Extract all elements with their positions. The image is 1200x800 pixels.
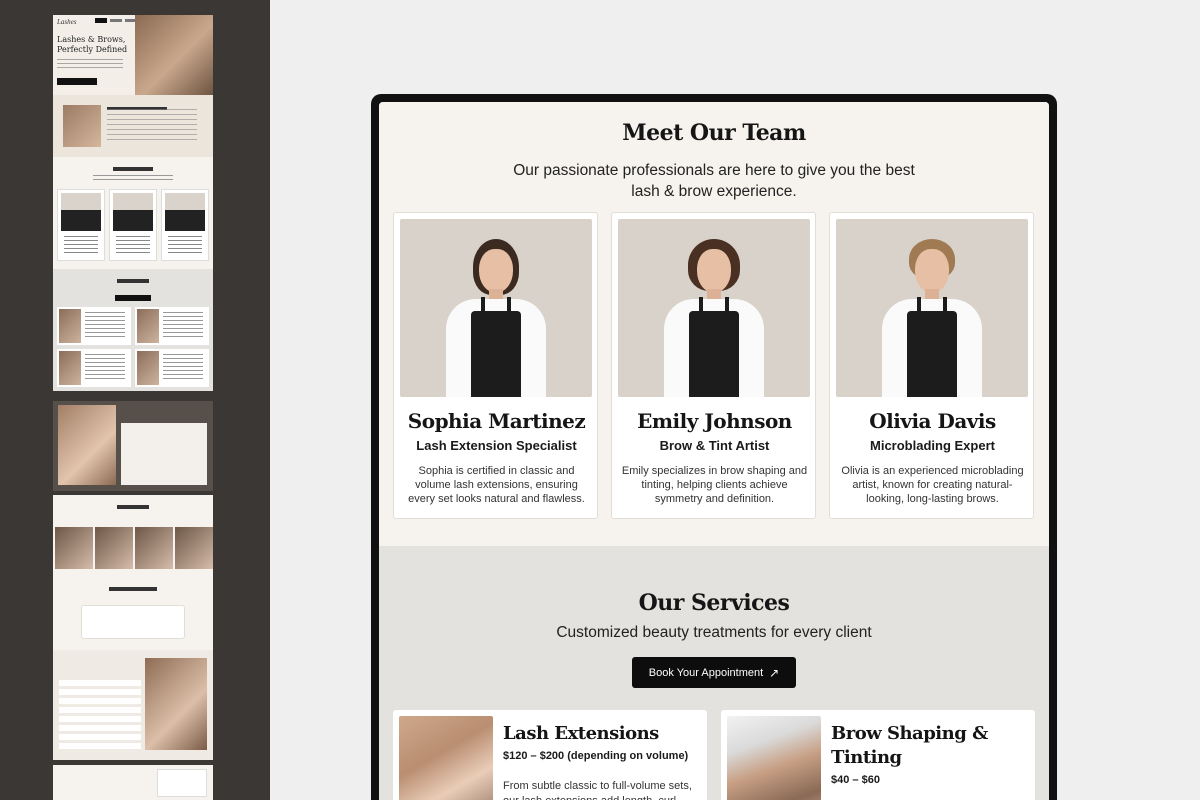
thumbnail-faq-rows bbox=[59, 680, 141, 750]
service-image bbox=[727, 716, 821, 800]
service-price: $120 – $200 (depending on volume) bbox=[503, 750, 689, 762]
service-title: Brow Shaping & Tinting bbox=[831, 723, 988, 768]
team-photo bbox=[618, 219, 810, 397]
thumbnail-testimonials-heading bbox=[109, 587, 157, 591]
team-title: Meet Our Team bbox=[622, 120, 806, 146]
book-appointment-button[interactable]: Book Your Appointment ↗ bbox=[632, 657, 796, 688]
service-title: Lash Extensions bbox=[503, 723, 659, 744]
thumbnail-hero[interactable]: Lashes Lashes & Brows, Perfectly Defined bbox=[53, 15, 213, 95]
thumbnail-services-heading bbox=[117, 279, 149, 283]
thumbnail-work-testimonials[interactable] bbox=[53, 495, 213, 650]
thumbnail-pricing-table bbox=[121, 423, 207, 485]
thumbnail-work-image bbox=[135, 527, 173, 569]
thumbnail-service-card bbox=[135, 307, 209, 345]
team-member-name: Olivia Davis bbox=[869, 409, 996, 433]
thumbnail-faq-photo bbox=[145, 658, 207, 750]
service-card-lash-extensions: Lash Extensions $120 – $200 (depending o… bbox=[393, 710, 707, 800]
thumbnail-team-card bbox=[109, 189, 157, 261]
page-thumbnail-strip: Lashes Lashes & Brows, Perfectly Defined bbox=[0, 0, 270, 800]
thumbnail-hero-photo bbox=[135, 15, 213, 95]
thumbnail-service-card bbox=[57, 349, 131, 387]
book-appointment-label: Book Your Appointment bbox=[648, 666, 764, 679]
device-screen: Meet Our Team Our passionate professiona… bbox=[379, 102, 1049, 800]
team-member-name: Sophia Martinez bbox=[407, 409, 586, 433]
team-photo bbox=[836, 219, 1028, 397]
arrow-up-right-icon: ↗ bbox=[769, 665, 780, 680]
team-card-olivia: Olivia Davis Microblading Expert Olivia … bbox=[829, 212, 1034, 519]
thumbnail-contact-form bbox=[157, 769, 207, 797]
thumbnail-hero-text bbox=[57, 59, 123, 71]
service-card-brow-shaping: Brow Shaping & Tinting $40 – $60 bbox=[721, 710, 1035, 800]
device-frame: Meet Our Team Our passionate professiona… bbox=[371, 94, 1057, 800]
service-price: $40 – $60 bbox=[831, 774, 880, 786]
thumbnail-services[interactable] bbox=[53, 269, 213, 391]
thumbnail-services-button bbox=[115, 295, 151, 301]
team-section: Meet Our Team Our passionate professiona… bbox=[379, 102, 1049, 546]
thumbnail-hero-button bbox=[57, 78, 97, 85]
thumbnail-about-photo bbox=[63, 105, 101, 147]
thumbnail-hero-headline: Lashes & Brows, Perfectly Defined bbox=[57, 35, 128, 54]
thumbnail-about-text bbox=[107, 109, 197, 143]
thumbnail-nav bbox=[95, 18, 137, 23]
thumbnail-service-card bbox=[135, 349, 209, 387]
team-photo bbox=[400, 219, 592, 397]
thumbnail-team-card bbox=[161, 189, 209, 261]
thumbnail-work-image bbox=[95, 527, 133, 569]
team-member-bio: Sophia is certified in classic and volum… bbox=[408, 465, 585, 505]
team-card-emily: Emily Johnson Brow & Tint Artist Emily s… bbox=[611, 212, 816, 519]
services-subtitle: Customized beauty treatments for every c… bbox=[556, 624, 872, 641]
team-member-bio: Olivia is an experienced microblading ar… bbox=[841, 465, 1024, 505]
services-section: Our Services Customized beauty treatment… bbox=[379, 546, 1049, 800]
team-member-name: Emily Johnson bbox=[637, 409, 792, 433]
thumbnail-about[interactable] bbox=[53, 95, 213, 157]
service-image bbox=[399, 716, 493, 800]
thumbnail-pricing[interactable] bbox=[53, 401, 213, 491]
team-member-role: Lash Extension Specialist bbox=[416, 438, 577, 453]
team-card-sophia: Sophia Martinez Lash Extension Specialis… bbox=[393, 212, 598, 519]
thumbnail-service-card bbox=[57, 307, 131, 345]
team-subtitle: Our passionate professionals are here to… bbox=[513, 162, 915, 200]
thumbnail-testimonial-card bbox=[81, 605, 185, 639]
thumbnail-team-subtitle bbox=[93, 175, 173, 183]
team-member-bio: Emily specializes in brow shaping and ti… bbox=[621, 465, 808, 505]
team-member-role: Brow & Tint Artist bbox=[659, 438, 770, 453]
thumbnail-work-image bbox=[55, 527, 93, 569]
services-title: Our Services bbox=[638, 590, 790, 616]
thumbnail-pricing-photo bbox=[58, 405, 116, 485]
thumbnail-team-card bbox=[57, 189, 105, 261]
thumbnail-logo: Lashes bbox=[57, 18, 77, 26]
team-member-role: Microblading Expert bbox=[870, 438, 995, 453]
thumbnail-team-heading bbox=[113, 167, 153, 171]
service-description: From subtle classic to full-volume sets,… bbox=[503, 780, 692, 800]
thumbnail-work-heading bbox=[117, 505, 149, 509]
thumbnail-team[interactable] bbox=[53, 157, 213, 269]
thumbnail-work-image bbox=[175, 527, 213, 569]
thumbnail-faq[interactable] bbox=[53, 650, 213, 760]
thumbnail-contact[interactable] bbox=[53, 765, 213, 800]
